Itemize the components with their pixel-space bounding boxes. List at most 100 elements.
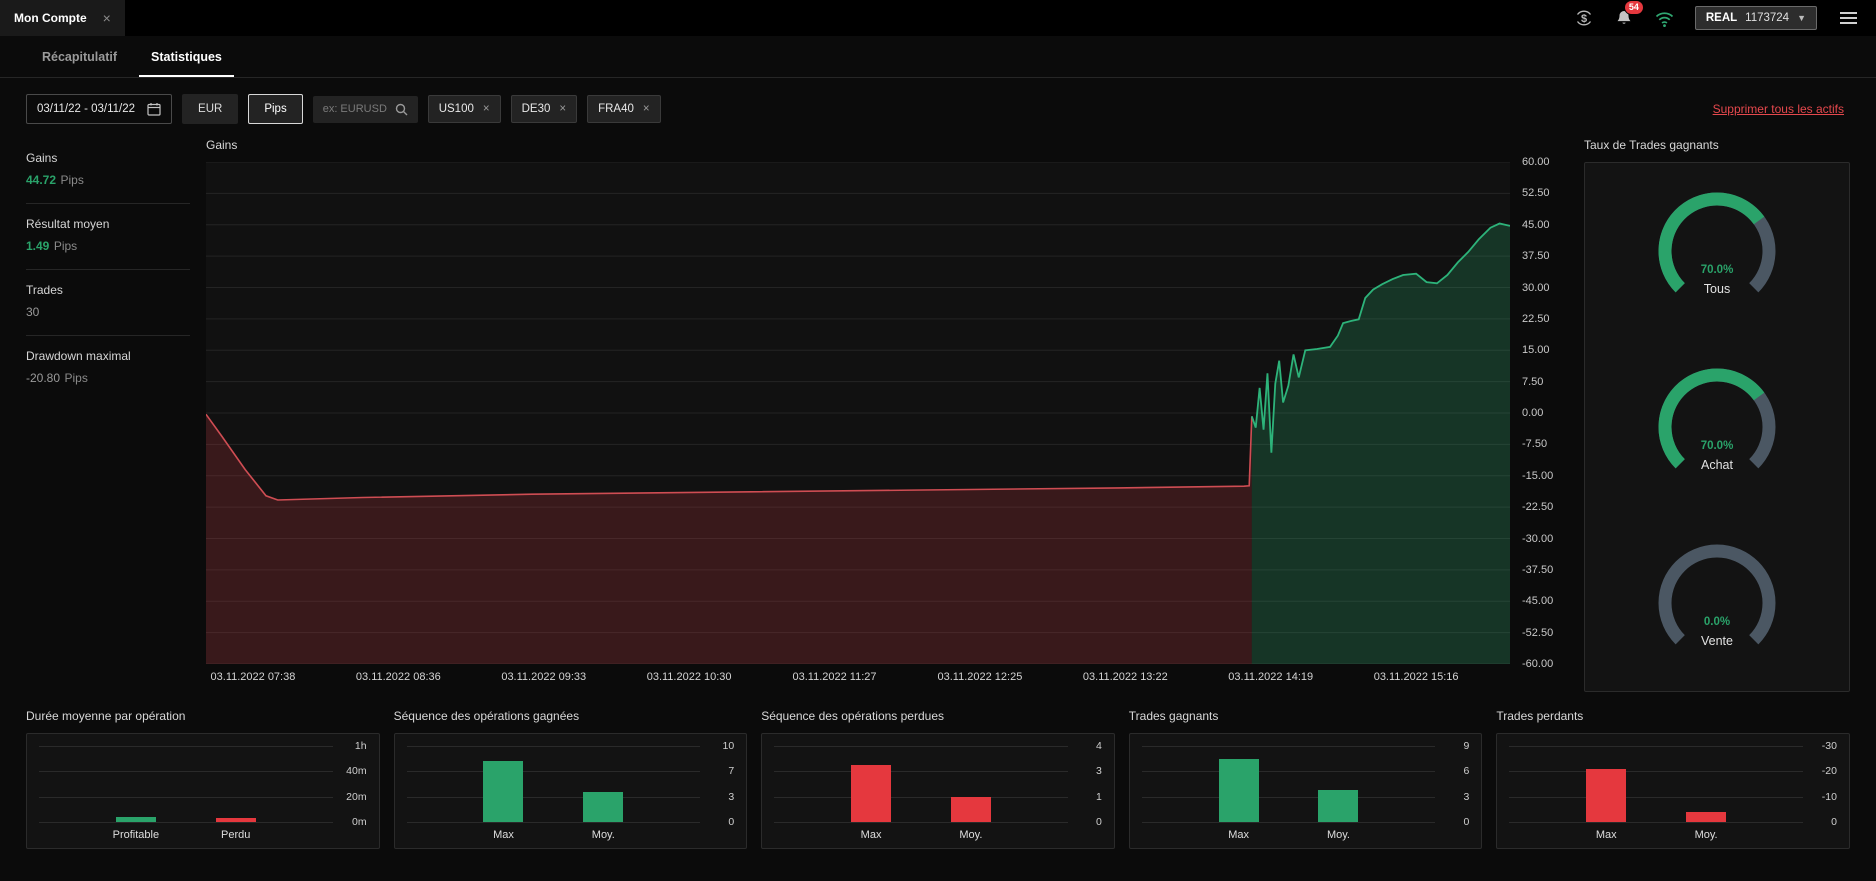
- y-axis-tick: 0.00: [1522, 407, 1544, 419]
- gains-chart-plot[interactable]: [206, 162, 1510, 664]
- bar-label-moy: Moy.: [591, 829, 615, 841]
- y-axis-tick: 1: [1095, 790, 1102, 803]
- payments-icon[interactable]: $: [1574, 8, 1594, 28]
- chip-remove-icon[interactable]: ×: [559, 103, 566, 115]
- win-streak-chart[interactable]: Max Moy. 10 7 3 0: [393, 733, 748, 849]
- symbol-search[interactable]: [312, 95, 418, 123]
- gridline: [39, 796, 333, 798]
- win-streak-chart-title: Séquence des opérations gagnées: [393, 709, 580, 723]
- gridline: [406, 822, 701, 823]
- currency-toggle-button[interactable]: EUR: [182, 94, 239, 124]
- y-axis-tick: 52.50: [1522, 187, 1550, 200]
- unit-toggle-button[interactable]: Pips: [248, 94, 303, 124]
- stat-resultat-moyen: Résultat moyen 1.49 Pips: [26, 204, 190, 270]
- y-axis-tick: -60.00: [1522, 658, 1554, 670]
- y-axis-tick: 60.00: [1522, 156, 1550, 168]
- bar-label-moy: Moy.: [1694, 829, 1718, 841]
- bar-perdu[interactable]: [215, 818, 256, 822]
- y-axis-tick: 7.50: [1522, 375, 1544, 388]
- x-axis-tick: 03.11.2022 14:19: [1228, 671, 1314, 683]
- asset-chip-de30[interactable]: DE30 ×: [510, 95, 578, 123]
- y-axis-tick: 0m: [352, 816, 367, 828]
- bar-label-max: Max: [860, 829, 882, 841]
- chip-remove-icon[interactable]: ×: [483, 103, 490, 115]
- winning-trades-chart[interactable]: Max Moy. 9 6 3 0: [1128, 733, 1483, 849]
- stat-value: 1.49: [26, 239, 50, 253]
- bar-max[interactable]: [851, 765, 892, 822]
- date-range-picker[interactable]: 03/11/22 - 03/11/22: [26, 94, 173, 124]
- svg-text:Achat: Achat: [1701, 458, 1733, 472]
- chevron-down-icon: ▼: [1797, 13, 1806, 23]
- chip-label: US100: [438, 103, 474, 115]
- gauge-tous: 70.0% Tous: [1632, 183, 1802, 320]
- win-rate-gauges: 70.0% Tous 70.0% Achat 0.0% Vente: [1584, 162, 1850, 692]
- tab-recapitulatif[interactable]: Récapitulatif: [30, 36, 129, 77]
- bar-max[interactable]: [1218, 758, 1259, 822]
- losing-trades-panel: Trades perdants Max Moy. -30 -20 -10 0: [1496, 709, 1850, 849]
- loss-streak-chart[interactable]: Max Moy. 4 3 1 0: [761, 733, 1115, 849]
- gridline: [406, 796, 701, 798]
- summary-stats-column: Gains 44.72 Pips Résultat moyen 1.49 Pip…: [26, 138, 190, 693]
- x-axis-tick: 03.11.2022 08:36: [355, 671, 441, 683]
- account-selector[interactable]: REAL 1173724 ▼: [1694, 6, 1817, 30]
- remove-all-assets-link[interactable]: Supprimer tous les actifs: [1713, 102, 1844, 116]
- gridline: [39, 822, 333, 823]
- y-axis-tick: 3: [728, 790, 735, 803]
- y-axis-tick: 7: [728, 765, 735, 778]
- y-axis-tick: 10: [722, 740, 735, 752]
- asset-chip-fra40[interactable]: FRA40 ×: [587, 95, 661, 123]
- x-axis-tick: 03.11.2022 07:38: [210, 671, 296, 683]
- symbol-search-input[interactable]: [322, 103, 389, 115]
- account-type-label: REAL: [1705, 12, 1738, 24]
- bar-label-max: Max: [1595, 829, 1617, 841]
- y-axis-tick: 1h: [354, 740, 367, 752]
- filters-toolbar: 03/11/22 - 03/11/22 EUR Pips US100 × DE3…: [0, 78, 1876, 132]
- gauge-achat: 70.0% Achat: [1632, 359, 1802, 496]
- losing-trades-chart[interactable]: Max Moy. -30 -20 -10 0: [1496, 733, 1850, 849]
- win-streak-panel: Séquence des opérations gagnées Max Moy. 1…: [393, 709, 748, 849]
- stat-label: Gains: [26, 151, 58, 165]
- y-axis-tick: -45.00: [1522, 595, 1554, 608]
- y-axis-tick: -15.00: [1522, 469, 1554, 482]
- loss-streak-chart-title: Séquence des opérations perdues: [761, 709, 944, 723]
- bottom-charts-row: Durée moyenne par opération Profitable Pe…: [0, 693, 1876, 849]
- y-axis-tick: -10: [1821, 790, 1837, 803]
- tab-statistiques[interactable]: Statistiques: [139, 36, 234, 77]
- chip-label: FRA40: [598, 103, 634, 115]
- chip-remove-icon[interactable]: ×: [643, 103, 650, 115]
- duration-chart[interactable]: Profitable Perdu 1h 40m 20m 0m: [26, 733, 380, 849]
- bar-moy[interactable]: [583, 791, 624, 822]
- bar-label-max: Max: [493, 829, 514, 841]
- gains-area-chart[interactable]: 03.11.2022 07:38 03.11.2022 08:36 03.11.20…: [206, 156, 1568, 693]
- notifications-bell-icon[interactable]: 54: [1614, 0, 1644, 28]
- y-axis-tick: 3: [1463, 790, 1470, 803]
- account-tab[interactable]: Mon Compte ×: [0, 0, 125, 36]
- tab-close-icon[interactable]: ×: [103, 10, 111, 26]
- x-axis-tick: 03.11.2022 09:33: [501, 671, 587, 683]
- stat-unit: Pips: [53, 239, 78, 253]
- winning-trades-chart-title: Trades gagnants: [1128, 709, 1219, 723]
- gauge-vente: 0.0% Vente: [1632, 535, 1802, 672]
- bar-max[interactable]: [483, 761, 524, 822]
- bar-profitable[interactable]: [115, 816, 156, 822]
- gains-chart-title: Gains: [206, 138, 238, 152]
- y-axis-tick: 0: [1831, 816, 1837, 828]
- menu-icon[interactable]: [1837, 9, 1860, 27]
- winning-trades-panel: Trades gagnants Max Moy. 9 6 3 0: [1128, 709, 1483, 849]
- x-axis-labels: 03.11.2022 07:38 03.11.2022 08:36 03.11.20…: [206, 671, 1510, 693]
- topbar-right-cluster: $ 54 REAL 1173724 ▼: [1574, 0, 1876, 30]
- y-axis-tick: 45.00: [1522, 218, 1550, 231]
- bar-moy[interactable]: [1318, 789, 1359, 822]
- bar-moy[interactable]: [950, 797, 991, 822]
- bar-label-profitable: Profitable: [112, 829, 160, 841]
- x-axis-tick: 03.11.2022 15:16: [1373, 671, 1459, 683]
- notifications-badge: 54: [1623, 0, 1644, 15]
- y-axis-tick: -20: [1821, 765, 1837, 778]
- gridline: [1141, 796, 1436, 798]
- asset-chip-us100[interactable]: US100 ×: [427, 95, 501, 123]
- bar-moy[interactable]: [1686, 811, 1727, 822]
- y-axis-tick: 20m: [346, 790, 367, 803]
- svg-text:Vente: Vente: [1701, 634, 1733, 648]
- gridline: [774, 746, 1068, 747]
- bar-max[interactable]: [1586, 769, 1627, 822]
